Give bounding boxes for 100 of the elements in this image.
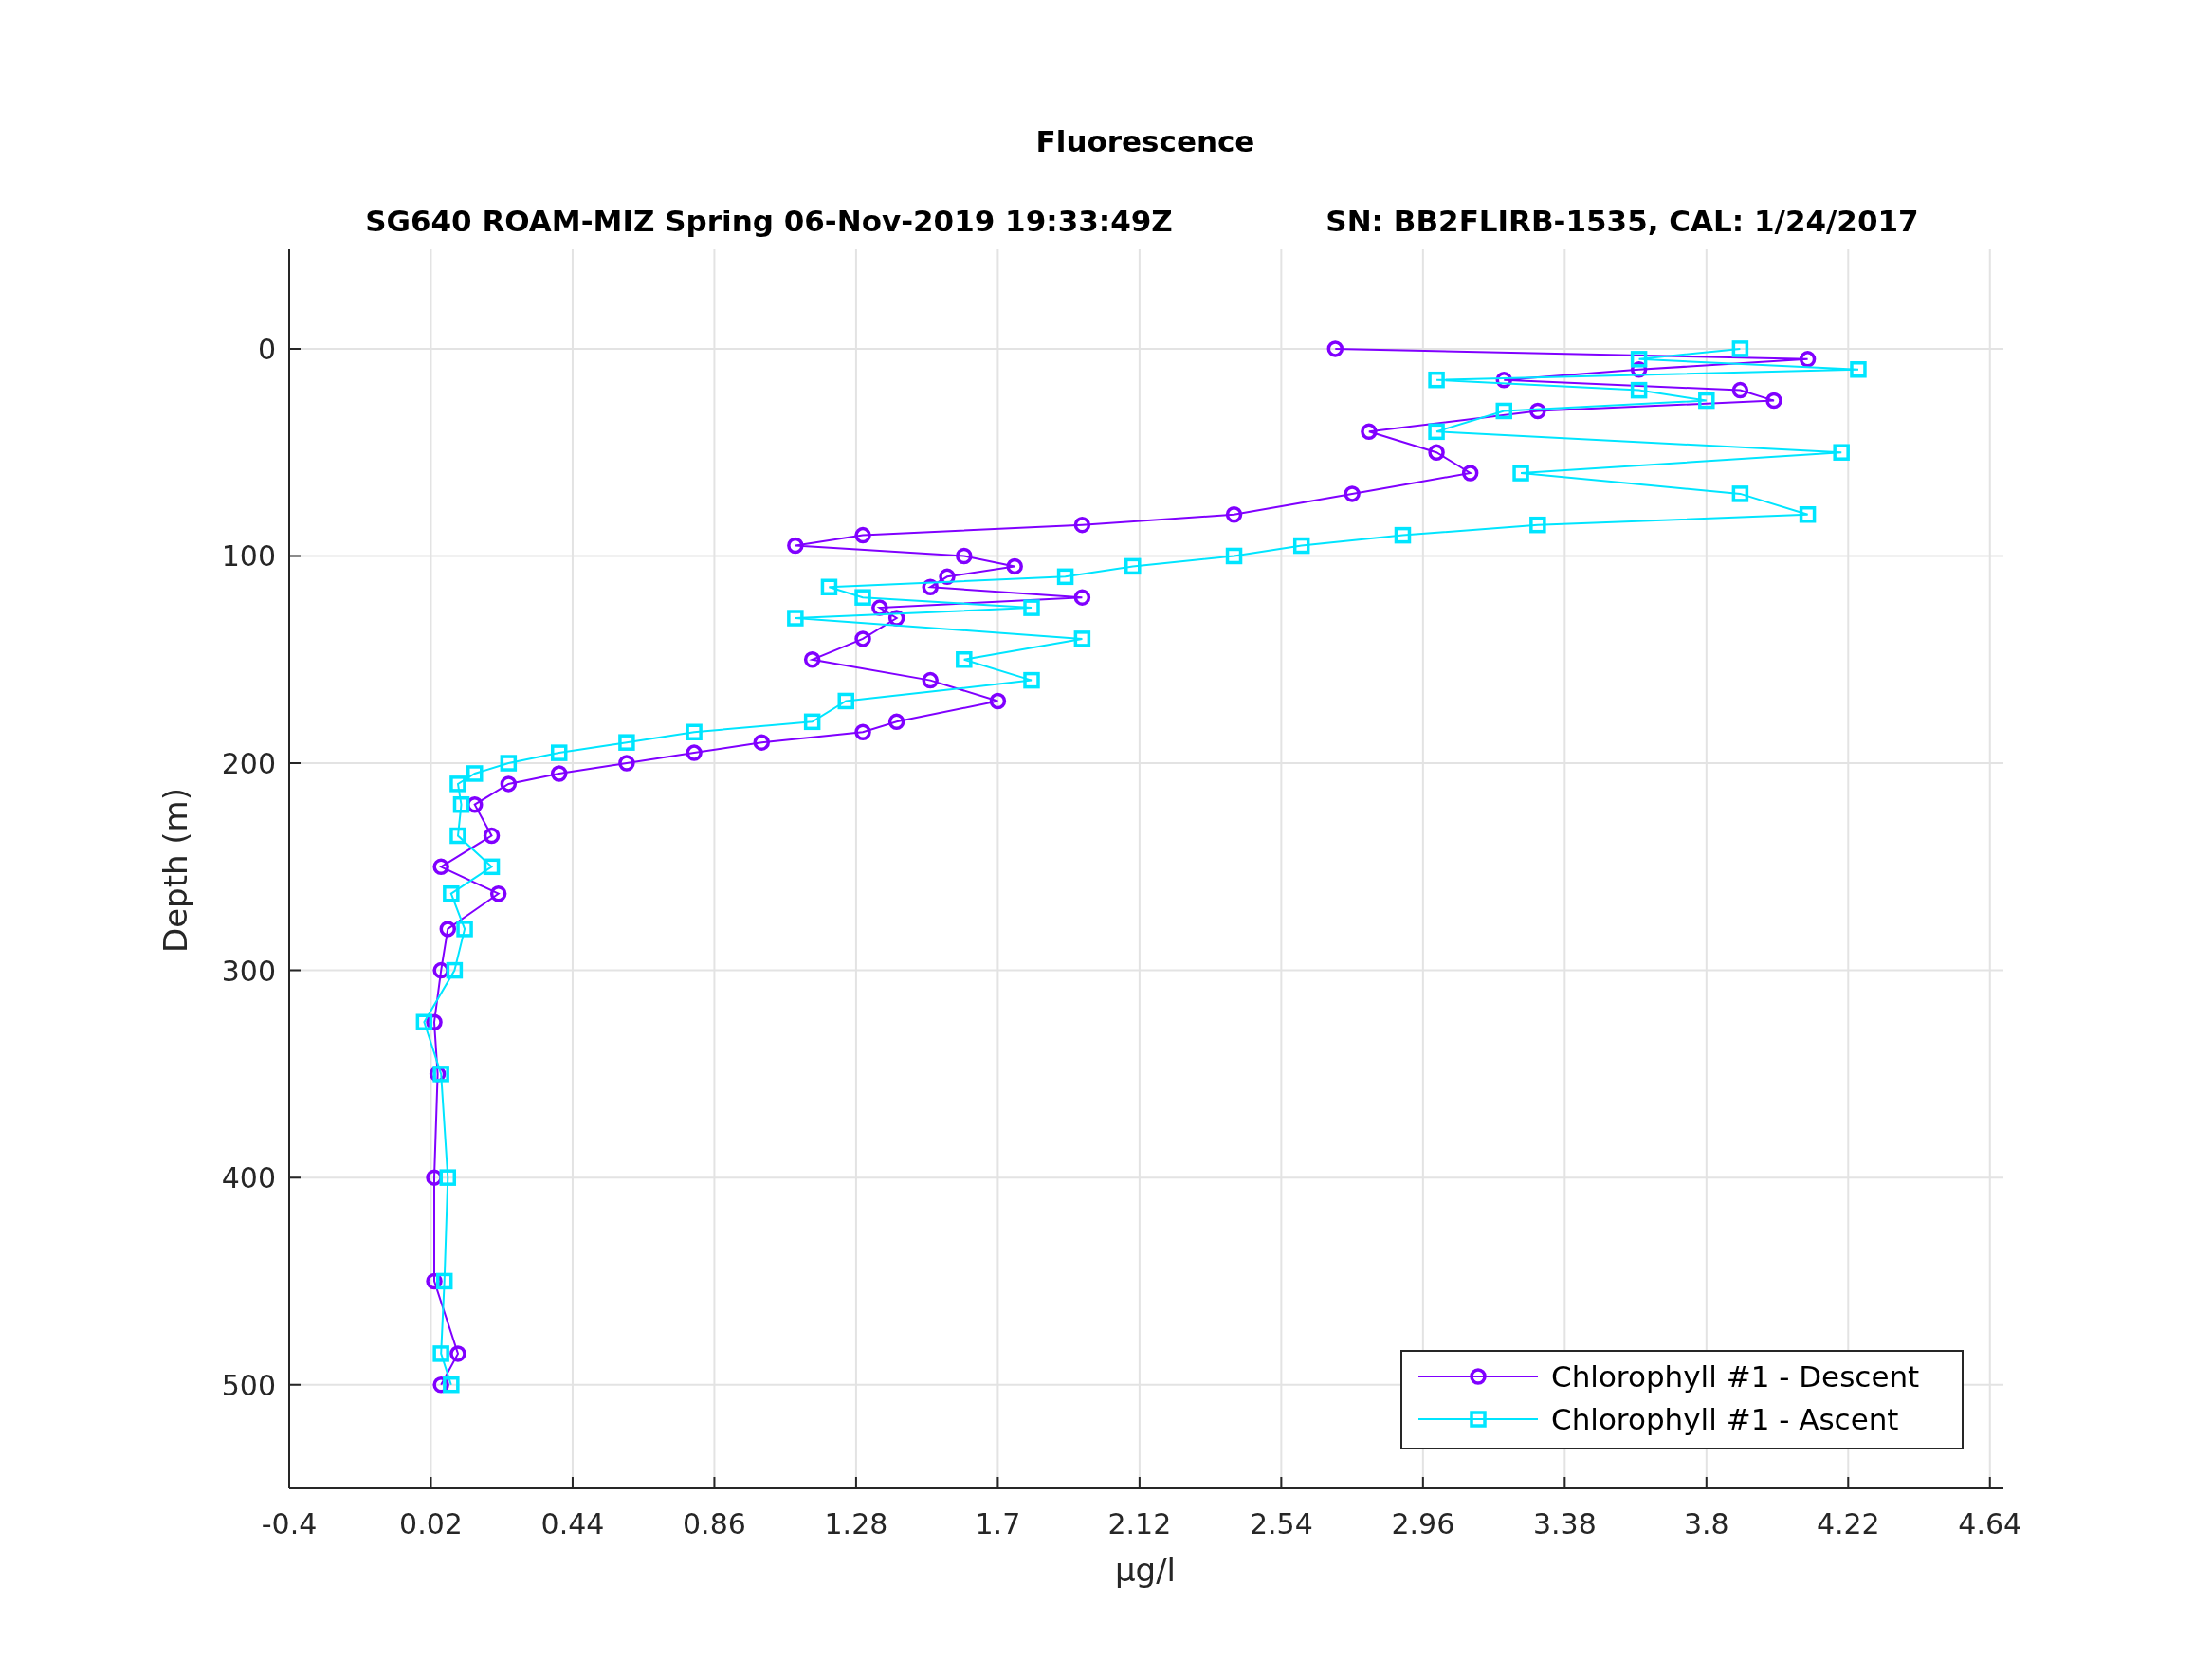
x-tick-label: 4.22: [1816, 1507, 1880, 1540]
data-point: [1529, 516, 1546, 534]
data-point: [439, 1169, 457, 1186]
data-point: [854, 630, 871, 647]
x-tick-label: 0.86: [683, 1507, 746, 1540]
data-point: [1512, 465, 1529, 482]
data-point: [686, 723, 703, 740]
data-point: [426, 1169, 443, 1186]
data-point: [803, 713, 821, 731]
data-point: [887, 713, 905, 731]
data-point: [1850, 361, 1867, 378]
data-point: [443, 1376, 460, 1394]
data-point: [1833, 444, 1850, 461]
data-point: [854, 723, 871, 740]
data-point: [500, 755, 518, 772]
data-point: [1006, 557, 1023, 575]
data-point: [550, 765, 568, 782]
x-tick-label: 3.38: [1532, 1507, 1597, 1540]
x-tick-label: 4.64: [1958, 1507, 2022, 1540]
data-point: [432, 961, 449, 979]
data-point: [1698, 392, 1715, 410]
data-point: [452, 796, 470, 813]
data-point: [618, 755, 635, 772]
data-point: [1731, 340, 1749, 357]
x-tick-label: 2.54: [1249, 1507, 1313, 1540]
data-point: [1428, 444, 1445, 461]
data-point: [432, 1066, 449, 1083]
x-tick-label: 1.7: [975, 1507, 1021, 1540]
data-point: [1495, 402, 1512, 420]
data-point: [1023, 599, 1040, 616]
x-tick-label: 2.96: [1391, 1507, 1455, 1540]
data-point: [820, 578, 838, 595]
y-tick-label: 300: [221, 954, 276, 988]
data-point: [1428, 371, 1445, 389]
x-tick-label: 2.12: [1107, 1507, 1172, 1540]
data-point: [466, 765, 484, 782]
chart-title: Fluorescence: [1035, 124, 1255, 158]
legend-label: Chlorophyll #1 - Descent: [1551, 1359, 1920, 1394]
data-point: [466, 796, 484, 813]
data-point: [426, 1013, 443, 1030]
data-point: [1630, 381, 1648, 399]
y-axis-label: Depth (m): [156, 788, 194, 953]
data-point: [1073, 630, 1091, 647]
data-point: [1344, 485, 1361, 502]
data-point: [922, 578, 939, 595]
data-point: [1630, 361, 1648, 378]
data-point: [837, 692, 854, 710]
chart-subtitle: SG640 ROAM-MIZ Spring 06-Nov-2019 19:33:49Z: [365, 204, 1173, 238]
data-point: [432, 858, 449, 876]
x-tick-label: -0.4: [261, 1507, 318, 1540]
data-point: [550, 744, 568, 761]
data-point: [803, 651, 821, 668]
y-tick-label: 0: [257, 332, 276, 366]
data-point: [618, 734, 635, 751]
x-tick-label: 3.8: [1683, 1507, 1729, 1540]
data-point: [456, 921, 473, 938]
data-point: [1073, 589, 1091, 606]
data-point: [500, 775, 518, 793]
data-point: [1461, 465, 1479, 482]
data-point: [426, 1272, 443, 1290]
data-point: [435, 1272, 453, 1290]
data-point: [1124, 557, 1142, 575]
data-point: [449, 1345, 466, 1362]
data-point: [787, 610, 804, 627]
y-tick-label: 200: [221, 747, 276, 781]
data-point: [1394, 526, 1412, 544]
data-point: [854, 589, 871, 606]
data-point: [429, 1066, 447, 1083]
data-point: [1326, 340, 1344, 357]
data-point: [1630, 351, 1648, 368]
data-point: [483, 827, 501, 845]
data-point: [449, 827, 466, 845]
data-point: [939, 568, 956, 586]
data-point: [443, 885, 460, 902]
data-point: [1765, 392, 1782, 410]
data-point: [956, 651, 973, 668]
data-point: [956, 547, 973, 565]
data-point: [415, 1013, 433, 1030]
x-axis-label: μg/l: [1114, 1551, 1177, 1589]
data-point: [1799, 506, 1817, 523]
data-point: [854, 526, 871, 544]
data-point: [449, 775, 466, 793]
legend-label: Chlorophyll #1 - Ascent: [1551, 1402, 1899, 1436]
data-point: [1225, 547, 1243, 565]
data-point: [432, 1345, 449, 1362]
data-point: [753, 734, 770, 751]
data-point: [922, 671, 939, 689]
data-point: [1073, 516, 1091, 534]
data-point: [483, 858, 501, 876]
data-point: [489, 885, 507, 902]
data-point: [1529, 402, 1546, 420]
data-point: [1225, 506, 1243, 523]
data-point: [1731, 485, 1749, 502]
data-point: [1799, 351, 1817, 368]
data-point: [1361, 423, 1378, 441]
y-tick-label: 100: [221, 539, 276, 574]
data-point: [1023, 671, 1040, 689]
data-point: [432, 1376, 449, 1394]
y-tick-label: 400: [221, 1161, 276, 1195]
data-point: [989, 692, 1007, 710]
